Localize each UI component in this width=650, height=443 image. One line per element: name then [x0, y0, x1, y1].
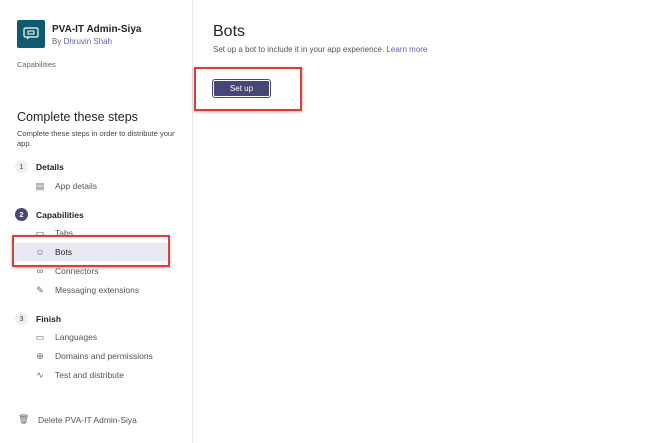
item-label: Messaging extensions: [55, 285, 140, 295]
step-number: 1: [15, 160, 28, 173]
step-capabilities: 2 Capabilities: [15, 208, 84, 221]
delete-label: Delete PVA-IT Admin-Siya: [38, 414, 137, 425]
sidebar-item-messaging-extensions[interactable]: ✎ Messaging extensions: [15, 281, 168, 299]
steps-description: Complete these steps in order to distrib…: [17, 129, 175, 148]
item-label: App details: [55, 181, 98, 191]
app-logo-icon: [17, 20, 45, 48]
item-label: Domains and permissions: [55, 351, 153, 361]
subtitle-text: Set up a bot to include it in your app e…: [213, 45, 385, 54]
delete-app-button[interactable]: 🗑 Delete PVA-IT Admin-Siya: [18, 414, 137, 425]
breadcrumb: Capabilities: [17, 60, 56, 69]
sidebar-item-connectors[interactable]: ∞ Connectors: [15, 262, 168, 280]
steps-heading: Complete these steps: [17, 110, 138, 124]
step-number: 3: [15, 312, 28, 325]
by-label: By: [52, 37, 62, 46]
app-title: PVA-IT Admin-Siya: [52, 24, 142, 35]
item-label: Languages: [55, 332, 98, 342]
document-icon: ▤: [35, 180, 45, 191]
item-label: Connectors: [55, 266, 99, 276]
sidebar: PVA-IT Admin-Siya By Dhruvin Shah Capabi…: [0, 0, 193, 443]
edit-icon: ✎: [36, 284, 44, 295]
sidebar-item-domains[interactable]: ⊕ Domains and permissions: [15, 347, 168, 365]
trash-icon: 🗑: [18, 414, 30, 424]
step-label: Details: [36, 161, 64, 172]
item-label: Test and distribute: [55, 370, 124, 380]
app-author: By Dhruvin Shah: [52, 37, 112, 46]
sidebar-item-languages[interactable]: ▭ Languages: [15, 328, 168, 346]
step-label: Finish: [36, 313, 62, 324]
author-link[interactable]: Dhruvin Shah: [64, 37, 112, 46]
setup-button[interactable]: Set up: [212, 79, 271, 98]
pulse-icon: ∿: [36, 369, 44, 380]
step-label: Capabilities: [36, 209, 84, 220]
step-number: 2: [15, 208, 28, 221]
page-subtitle: Set up a bot to include it in your app e…: [213, 45, 427, 54]
globe-icon: ⊕: [36, 350, 44, 361]
step-finish: 3 Finish: [15, 312, 61, 325]
window-icon: ▭: [35, 331, 45, 342]
page-title: Bots: [213, 23, 246, 40]
sidebar-item-app-details[interactable]: ▤ App details: [15, 177, 168, 195]
step-details: 1 Details: [15, 160, 64, 173]
sidebar-item-test-distribute[interactable]: ∿ Test and distribute: [15, 366, 168, 384]
learn-more-link[interactable]: Learn more: [386, 45, 427, 54]
connector-icon: ∞: [36, 266, 44, 276]
